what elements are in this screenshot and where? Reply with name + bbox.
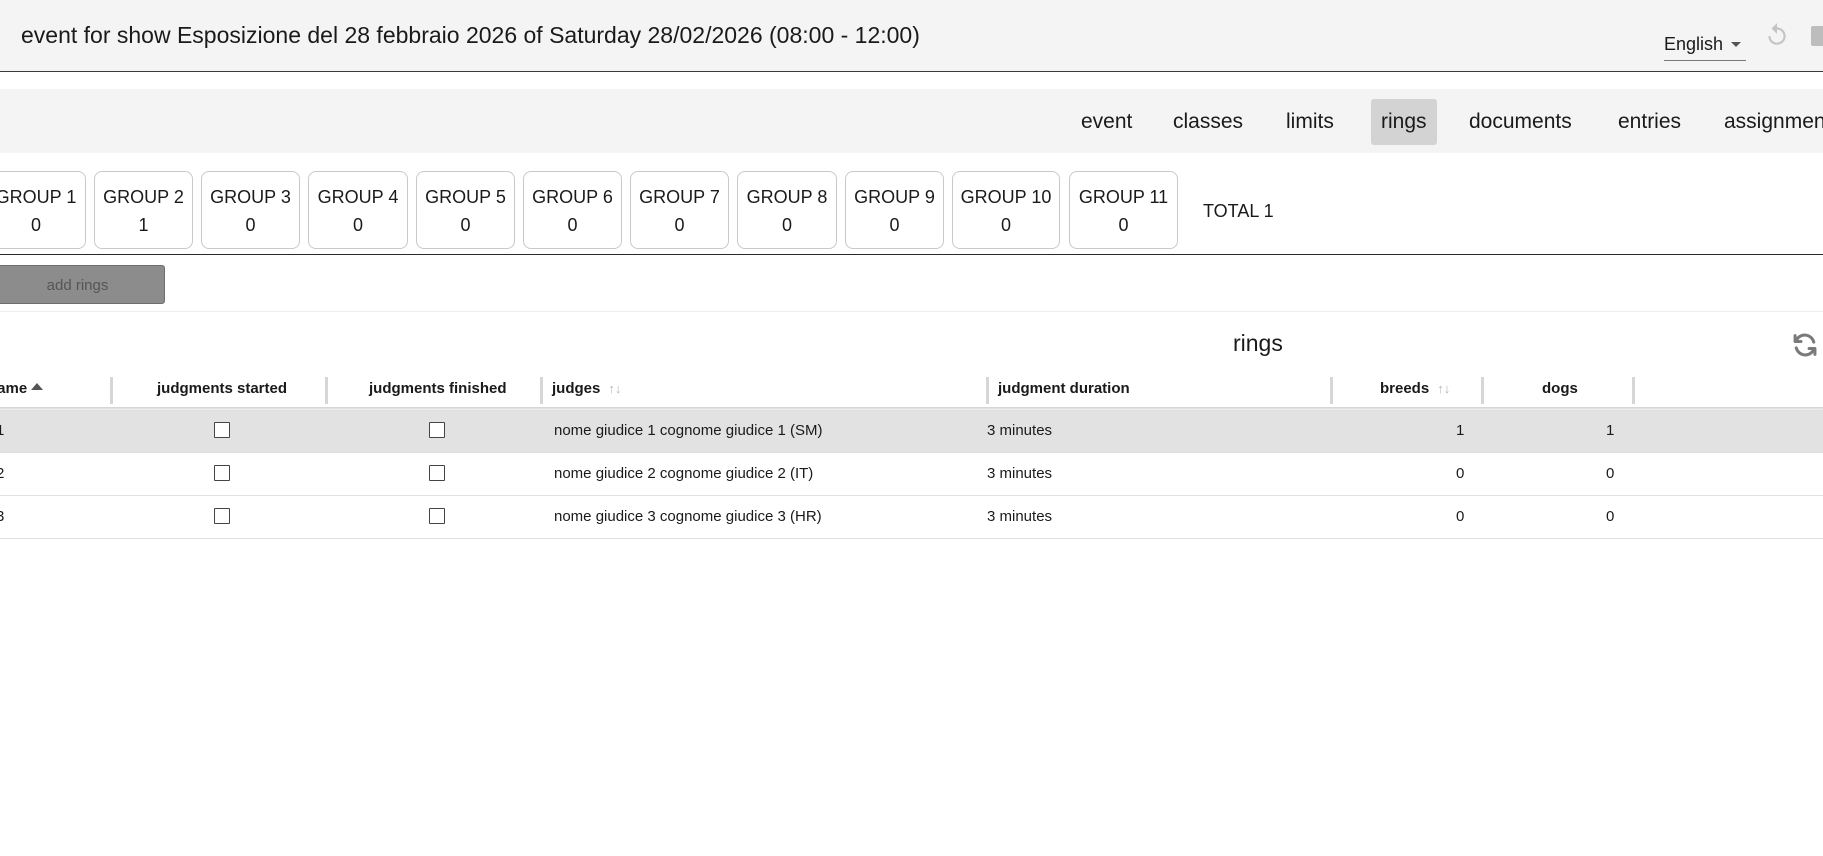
group-label: GROUP 7	[639, 187, 720, 207]
section-tabs: event classes limits rings documents ent…	[0, 89, 1823, 153]
column-resize-handle[interactable]	[1481, 377, 1484, 404]
column-resize-handle[interactable]	[1330, 377, 1333, 404]
table-row[interactable]: 1 nome giudice 1 cognome giudice 1 (SM) …	[0, 410, 1823, 453]
table-row[interactable]: 3 nome giudice 3 cognome giudice 3 (HR) …	[0, 496, 1823, 539]
group-card-1[interactable]: GROUP 1 0	[0, 171, 86, 249]
cell-breeds: 0	[1456, 508, 1465, 525]
tab-event[interactable]: event	[1071, 99, 1142, 145]
cell-dogs: 0	[1606, 508, 1615, 525]
undo-icon[interactable]	[1764, 22, 1790, 48]
group-label: GROUP 3	[210, 187, 291, 207]
group-card-10[interactable]: GROUP 10 0	[952, 171, 1060, 249]
cell-judges: nome giudice 3 cognome giudice 3 (HR)	[554, 508, 822, 525]
group-count: 0	[30, 215, 41, 235]
group-count: 0	[1118, 215, 1129, 235]
column-header-dogs[interactable]: dogs	[1542, 380, 1578, 397]
group-card-4[interactable]: GROUP 4 0	[308, 171, 408, 249]
group-label: GROUP 8	[746, 187, 828, 207]
group-count: 0	[460, 215, 471, 235]
group-card-5[interactable]: GROUP 5 0	[416, 171, 515, 249]
cell-breeds: 0	[1456, 465, 1465, 482]
judgments-finished-checkbox[interactable]	[429, 465, 445, 481]
group-count: 1	[138, 215, 149, 235]
column-header-judgments-started[interactable]: judgments started	[157, 380, 287, 397]
column-header-judgment-duration[interactable]: judgment duration	[998, 380, 1130, 397]
column-resize-handle[interactable]	[1632, 377, 1635, 404]
language-select-value: English	[1664, 34, 1724, 54]
column-resize-handle[interactable]	[325, 377, 328, 404]
group-card-3[interactable]: GROUP 3 0	[201, 171, 300, 249]
judgments-started-checkbox[interactable]	[214, 465, 230, 481]
caret-down-icon	[1731, 42, 1741, 47]
group-count: 0	[674, 215, 685, 235]
tab-limits[interactable]: limits	[1276, 99, 1344, 145]
tab-assignments[interactable]: assignmen	[1714, 99, 1823, 145]
divider	[0, 311, 1823, 312]
page-title: event for show Esposizione del 28 febbra…	[21, 22, 920, 48]
column-label: name	[0, 380, 28, 397]
add-rings-button[interactable]: add rings	[0, 265, 165, 304]
sort-icon: ↑↓	[608, 381, 622, 396]
column-label: breeds	[1380, 380, 1430, 397]
group-card-2[interactable]: GROUP 2 1	[94, 171, 193, 249]
group-count: 0	[245, 215, 256, 235]
group-label: GROUP 1	[0, 187, 77, 207]
judgments-started-checkbox[interactable]	[214, 422, 230, 438]
group-count: 0	[567, 215, 578, 235]
refresh-icon[interactable]	[1791, 331, 1819, 359]
page-header: event for show Esposizione del 28 febbra…	[0, 0, 1823, 72]
group-label: GROUP 9	[854, 187, 935, 207]
save-icon[interactable]	[1811, 26, 1823, 46]
column-resize-handle[interactable]	[540, 377, 543, 404]
judgments-finished-checkbox[interactable]	[429, 422, 445, 438]
total-count: TOTAL 1	[1203, 201, 1274, 221]
group-card-8[interactable]: GROUP 8 0	[737, 171, 837, 249]
cell-judges: nome giudice 1 cognome giudice 1 (SM)	[554, 422, 823, 439]
group-card-9[interactable]: GROUP 9 0	[845, 171, 944, 249]
cell-dogs: 0	[1606, 465, 1615, 482]
group-count: 0	[889, 215, 900, 235]
group-label: GROUP 2	[103, 187, 184, 207]
group-count: 0	[781, 215, 792, 235]
cell-breeds: 1	[1456, 422, 1465, 439]
cell-duration: 3 minutes	[987, 465, 1053, 482]
table-row[interactable]: 2 nome giudice 2 cognome giudice 2 (IT) …	[0, 453, 1823, 496]
group-label: GROUP 11	[1078, 187, 1169, 207]
tab-classes[interactable]: classes	[1163, 99, 1253, 145]
divider	[0, 254, 1823, 255]
group-count: 0	[352, 215, 363, 235]
group-label: GROUP 6	[532, 187, 613, 207]
column-header-name[interactable]: name	[0, 380, 44, 397]
column-label: judges	[552, 380, 601, 397]
group-count: 0	[1000, 215, 1011, 235]
cell-name: 3	[0, 508, 5, 525]
group-card-7[interactable]: GROUP 7 0	[630, 171, 729, 249]
tab-documents[interactable]: documents	[1459, 99, 1582, 145]
cell-name: 2	[0, 465, 5, 482]
cell-dogs: 1	[1606, 422, 1615, 439]
tab-rings[interactable]: rings	[1371, 99, 1437, 145]
cell-duration: 3 minutes	[987, 422, 1053, 439]
header-shadow	[0, 407, 1823, 411]
column-header-breeds[interactable]: breeds ↑↓	[1380, 380, 1450, 397]
group-label: GROUP 10	[960, 187, 1052, 207]
language-select[interactable]: English	[1664, 30, 1746, 61]
column-resize-handle[interactable]	[986, 377, 989, 404]
cell-judges: nome giudice 2 cognome giudice 2 (IT)	[554, 465, 814, 482]
column-resize-handle[interactable]	[110, 377, 113, 404]
group-label: GROUP 4	[317, 187, 399, 207]
judgments-started-checkbox[interactable]	[214, 508, 230, 524]
group-label: GROUP 5	[425, 187, 506, 207]
tab-entries[interactable]: entries	[1608, 99, 1691, 145]
column-header-judges[interactable]: judges ↑↓	[552, 380, 621, 397]
group-card-11[interactable]: GROUP 11 0	[1069, 171, 1178, 249]
table-title: rings	[1233, 330, 1283, 356]
sort-icon: ↑↓	[1437, 381, 1451, 396]
cell-name: 1	[0, 422, 5, 439]
column-header-judgments-finished[interactable]: judgments finished	[369, 380, 507, 397]
group-card-6[interactable]: GROUP 6 0	[523, 171, 622, 249]
sort-ascending-icon	[31, 383, 44, 390]
cell-duration: 3 minutes	[987, 508, 1053, 525]
judgments-finished-checkbox[interactable]	[429, 508, 445, 524]
